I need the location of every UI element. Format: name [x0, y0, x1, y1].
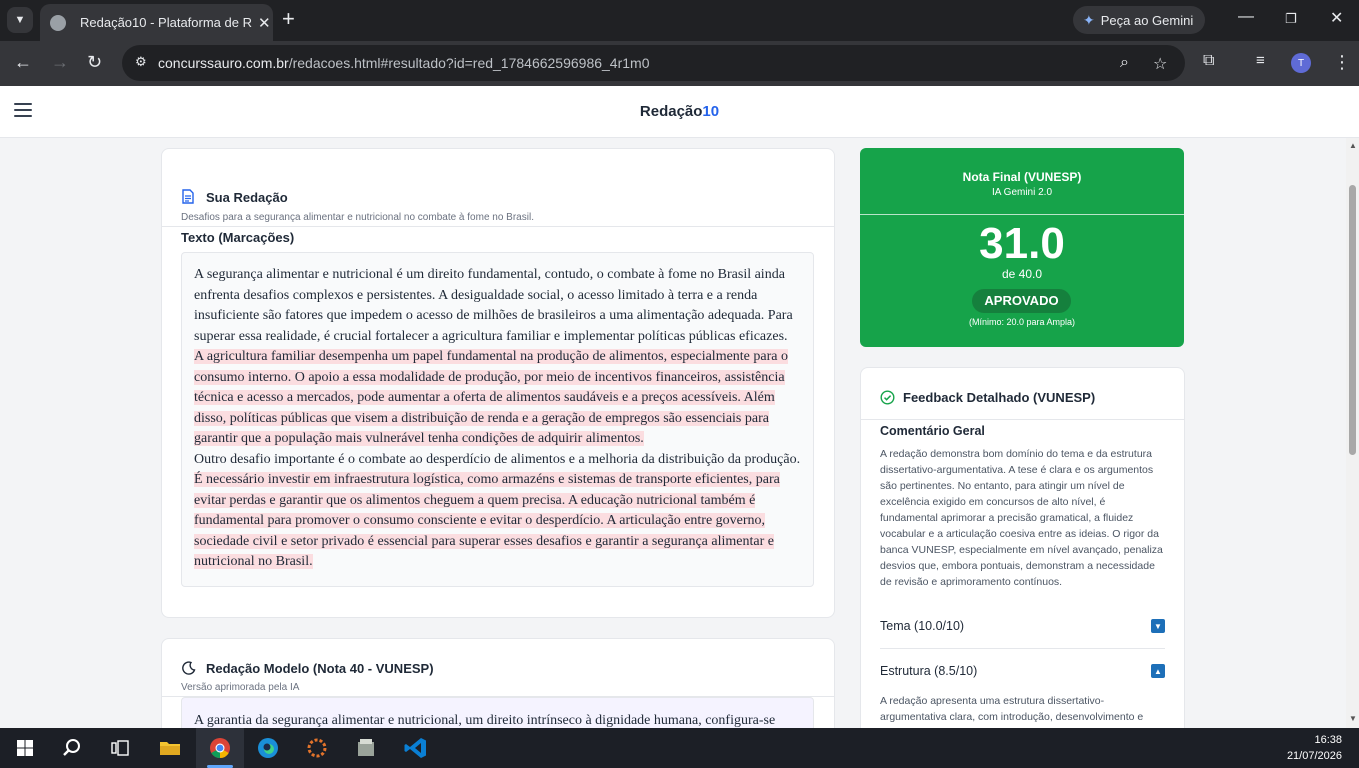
browser-toolbar: ← → ↻ ⚙ concurssauro.com.br/redacoes.htm… — [0, 41, 1359, 86]
text-markup-label: Texto (Marcações) — [181, 230, 295, 245]
tab-search-chevron-icon[interactable]: ▼ — [7, 7, 33, 33]
page-scrollbar[interactable]: ▲ ▼ — [1346, 138, 1359, 728]
divider — [162, 226, 834, 227]
status-badge: APROVADO — [972, 289, 1071, 313]
feedback-title: Feedback Detalhado (VUNESP) — [903, 390, 1096, 405]
tab-close-icon[interactable]: ✕ — [258, 14, 271, 32]
model-card-title: Redação Modelo (Nota 40 - VUNESP) — [206, 661, 434, 676]
check-circle-icon — [880, 390, 895, 405]
general-comment-text: A redação demonstra bom domínio do tema … — [880, 448, 1163, 588]
divider — [880, 648, 1165, 649]
edge-icon[interactable] — [255, 736, 281, 760]
app-icon[interactable] — [353, 736, 379, 760]
app-icon[interactable] — [304, 736, 330, 760]
profile-avatar[interactable]: T — [1291, 53, 1311, 73]
browser-tab[interactable]: Redação10 - Plataforma de Red ✕ — [40, 4, 273, 41]
close-window-icon[interactable]: ✕ — [1330, 8, 1343, 28]
feedback-card: Feedback Detalhado (VUNESP) Comentário G… — [860, 367, 1185, 728]
system-clock[interactable]: 16:38 21/07/2026 — [1287, 732, 1342, 764]
site-info-icon[interactable]: ⚙ — [135, 54, 147, 70]
model-essay-text: A garantia da segurança alimentar e nutr… — [181, 697, 814, 728]
brand-logo: Redação10 — [639, 103, 720, 120]
essay-paragraph-3: Outro desafio importante é o combate ao … — [194, 451, 801, 569]
clock-date: 21/07/2026 — [1286, 750, 1342, 762]
model-essay-card: Redação Modelo (Nota 40 - VUNESP) Versão… — [161, 638, 835, 728]
reload-icon[interactable]: ↻ — [87, 52, 102, 73]
essay-card: Sua Redação Desafios para a segurança al… — [161, 148, 835, 618]
scrollbar-thumb[interactable] — [1349, 185, 1356, 455]
score-minimum: (Mínimo: 20.0 para Ampla) — [968, 317, 1076, 327]
criterion-label: Estrutura (8.5/10) — [880, 664, 978, 678]
scroll-up-icon[interactable]: ▲ — [1349, 141, 1357, 150]
essay-paragraph-2: A agricultura familiar desempenha um pap… — [194, 347, 801, 450]
score-model: IA Gemini 2.0 — [991, 187, 1053, 198]
windows-taskbar: 16:38 21/07/2026 — [0, 728, 1359, 768]
browser-tab-bar: ▼ Redação10 - Plataforma de Red ✕ + ✦ Pe… — [0, 0, 1359, 41]
task-view-icon[interactable] — [107, 736, 133, 760]
gemini-button-label: Peça ao Gemini — [1100, 12, 1194, 28]
bookmark-star-icon[interactable]: ☆ — [1153, 54, 1167, 74]
document-icon — [182, 189, 194, 204]
vscode-icon[interactable] — [403, 736, 429, 760]
gemini-sparkle-icon: ✦ — [1083, 11, 1095, 28]
chrome-icon[interactable] — [207, 736, 233, 760]
final-score-card: Nota Final (VUNESP) IA Gemini 2.0 31.0 d… — [860, 148, 1184, 347]
model-card-subtitle: Versão aprimorada pela IA — [181, 682, 300, 693]
restore-icon[interactable]: ❐ — [1285, 11, 1297, 27]
criterion-row-tema[interactable]: Tema (10.0/10) ▼ — [880, 617, 1165, 637]
back-arrow-icon[interactable]: ← — [14, 52, 32, 73]
general-comment-label: Comentário Geral — [880, 424, 985, 438]
ask-gemini-button[interactable]: ✦ Peça ao Gemini — [1073, 6, 1205, 34]
page-viewport: Redação10 Sua Redação Desafios para a se… — [0, 86, 1359, 728]
zoom-icon[interactable]: ⌕ — [1120, 54, 1129, 72]
moon-icon — [182, 661, 196, 675]
app-header: Redação10 — [0, 86, 1359, 138]
menu-kebab-icon[interactable]: ⋮ — [1333, 52, 1351, 73]
scroll-down-icon[interactable]: ▼ — [1349, 714, 1357, 723]
file-explorer-icon[interactable] — [157, 736, 183, 760]
search-icon[interactable] — [59, 736, 85, 760]
minimize-icon[interactable]: — — [1238, 8, 1254, 26]
forward-arrow-icon[interactable]: → — [51, 52, 69, 73]
score-value: 31.0 — [979, 219, 1065, 268]
divider — [861, 419, 1184, 420]
essay-paragraph-1: A segurança alimentar e nutricional é um… — [194, 267, 793, 344]
divider — [860, 214, 1184, 215]
chevron-down-icon[interactable]: ▼ — [1151, 619, 1165, 633]
essay-text-box: A segurança alimentar e nutricional é um… — [181, 252, 814, 587]
tab-favicon-icon — [50, 14, 66, 31]
windows-start-icon[interactable] — [12, 736, 38, 760]
score-max: de 40.0 — [1001, 267, 1043, 281]
extensions-icon[interactable]: ⧉ — [1203, 52, 1214, 70]
estrutura-comment-text: A redação apresenta uma estrutura disser… — [880, 695, 1144, 723]
highlight-mark[interactable]: É necessário investir em infraestrutura … — [194, 472, 780, 569]
tab-title: Redação10 - Plataforma de Red — [80, 15, 252, 30]
criterion-row-estrutura[interactable]: Estrutura (8.5/10) ▲ — [880, 662, 1165, 682]
new-tab-plus-icon[interactable]: + — [282, 8, 295, 30]
score-heading: Nota Final (VUNESP) — [962, 170, 1082, 184]
address-bar[interactable]: ⚙ concurssauro.com.br/redacoes.html#resu… — [122, 45, 1185, 81]
clock-time: 16:38 — [1314, 734, 1342, 746]
criterion-label: Tema (10.0/10) — [880, 619, 965, 633]
media-controls-icon[interactable]: ≡ — [1256, 52, 1265, 69]
chevron-up-icon[interactable]: ▲ — [1151, 664, 1165, 678]
essay-topic: Desafios para a segurança alimentar e nu… — [181, 212, 534, 223]
highlight-mark[interactable]: A agricultura familiar desempenha um pap… — [194, 349, 788, 446]
essay-card-title: Sua Redação — [206, 190, 288, 205]
url-text: concurssauro.com.br/redacoes.html#result… — [158, 55, 650, 71]
